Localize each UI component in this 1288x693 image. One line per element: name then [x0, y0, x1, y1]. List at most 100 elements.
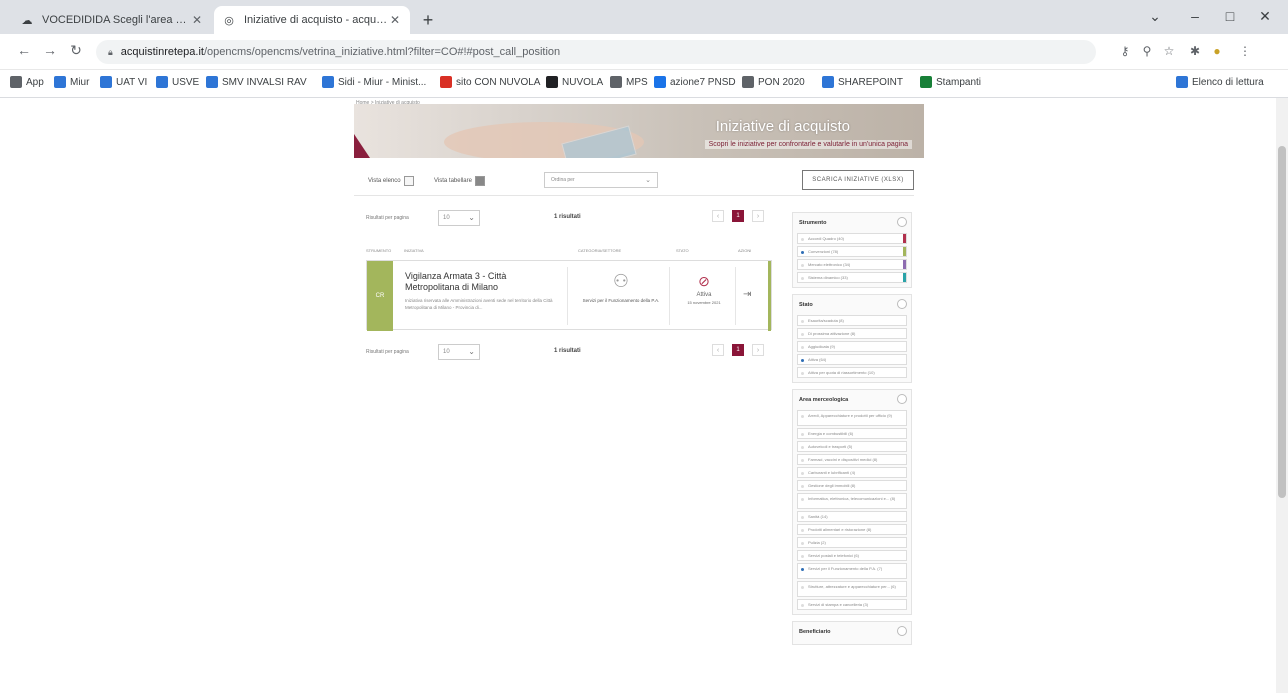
next-page-button[interactable]: › — [752, 210, 764, 222]
filter-option[interactable]: Strutture, attrezzature e apparecchiatur… — [797, 581, 907, 597]
bookmark-item[interactable]: SMV INVALSI RAV — [206, 76, 307, 88]
current-page[interactable]: 1 — [732, 344, 744, 356]
key-icon[interactable]: ⚷ — [1116, 44, 1134, 58]
filter-option[interactable]: Di prossima attivazione (8) — [797, 328, 907, 339]
browser-tab-iniziative[interactable]: ◎ Iniziative di acquisto - acquisti ✕ — [214, 6, 410, 34]
bookmark-item[interactable]: sito CON NUVOLA — [440, 76, 540, 88]
collapse-circle-icon[interactable] — [897, 394, 907, 404]
status-label: Attiva — [696, 292, 712, 298]
filter-option[interactable]: Convenzioni (78) — [797, 246, 907, 257]
zoom-icon[interactable]: ⚲ — [1138, 44, 1156, 58]
filter-option[interactable]: Sistema dinamico (33) — [797, 272, 907, 283]
header-strumento[interactable]: STRUMENTO — [366, 248, 391, 253]
bookmark-item[interactable]: Sidi - Miur - Minist... — [322, 76, 426, 88]
filter-option[interactable]: Attiva per quota di riassortimento (10) — [797, 367, 907, 378]
reading-list[interactable]: Elenco di lettura — [1176, 76, 1264, 88]
prev-page-button[interactable]: ‹ — [712, 210, 724, 222]
bookmark-item[interactable]: USVE — [156, 76, 199, 88]
bookmark-item[interactable]: azione7 PNSD — [654, 76, 736, 88]
filter-option[interactable]: Esaurita/scaduta (8) — [797, 315, 907, 326]
initiative-description: Iniziativa riservata alle Amministrazion… — [405, 298, 553, 310]
color-indicator — [903, 273, 906, 282]
filter-group-title[interactable]: Strumento — [797, 217, 907, 231]
maximize-button[interactable]: □ — [1215, 8, 1245, 24]
scrollbar-thumb[interactable] — [1278, 146, 1286, 498]
sort-select[interactable]: Ordina per ⌄ — [544, 172, 658, 188]
filter-option[interactable]: Arredi, Apparecchiature e prodotti per u… — [797, 410, 907, 426]
chevron-down-icon: ⌄ — [468, 347, 475, 356]
filter-option[interactable]: Informatica, elettronica, telecomunicazi… — [797, 493, 907, 509]
forward-icon[interactable]: → — [40, 42, 60, 58]
open-arrow-icon[interactable]: ⇥ — [743, 289, 751, 300]
filter-option-label: Farmaci, vaccini e dispositivi medici (8… — [808, 457, 878, 462]
header-categoria[interactable]: CATEGORIA/SETTORE — [578, 248, 621, 253]
filter-group-title[interactable]: Area merceologica — [797, 394, 907, 408]
filter-option[interactable]: Accordi Quadro (40) — [797, 233, 907, 244]
filter-option[interactable]: Attiva (64) — [797, 354, 907, 365]
tab-search-icon[interactable]: ⌄ — [1140, 8, 1170, 25]
color-indicator — [903, 247, 906, 256]
prev-page-button[interactable]: ‹ — [712, 344, 724, 356]
filter-option-label: Attiva (64) — [808, 357, 827, 362]
bookmark-item[interactable]: NUVOLA — [546, 76, 603, 88]
filter-option[interactable]: Carburanti e lubrificanti (4) — [797, 467, 907, 478]
filter-option[interactable]: Sanità (14) — [797, 511, 907, 522]
window-close-button[interactable]: ✕ — [1250, 8, 1280, 25]
filter-title-text: Strumento — [799, 220, 827, 226]
filter-group-title[interactable]: Stato — [797, 299, 907, 313]
collapse-circle-icon[interactable] — [897, 299, 907, 309]
instrument-badge: CR — [367, 261, 393, 331]
filter-option[interactable]: Mercato elettronico (34) — [797, 259, 907, 270]
view-grid-toggle[interactable]: Vista tabellare — [434, 176, 485, 186]
radio-icon — [801, 346, 804, 349]
filter-option[interactable]: Aggiudicata (9) — [797, 341, 907, 352]
next-page-button[interactable]: › — [752, 344, 764, 356]
menu-icon[interactable]: ⋮ — [1236, 44, 1254, 58]
initiative-title[interactable]: Vigilanza Armata 3 - Città Metropolitana… — [405, 271, 545, 293]
current-page[interactable]: 1 — [732, 210, 744, 222]
filter-group-title[interactable]: Beneficiario — [797, 626, 907, 640]
filter-option[interactable]: Servizi di stampa e cancelleria (3) — [797, 599, 907, 610]
header-stato[interactable]: STATO — [676, 248, 689, 253]
filter-option[interactable]: Autoveicoli e trasporti (5) — [797, 441, 907, 452]
page-scrollbar[interactable] — [1276, 98, 1288, 693]
collapse-circle-icon[interactable] — [897, 217, 907, 227]
bookmark-item[interactable]: MPS — [610, 76, 648, 88]
bookmark-item[interactable]: PON 2020 — [742, 76, 805, 88]
view-list-toggle[interactable]: Vista elenco — [368, 176, 414, 186]
cloud-icon: ☁ — [21, 14, 33, 27]
per-page-select[interactable]: 10 ⌄ — [438, 344, 480, 360]
bookmark-item[interactable]: UAT VI — [100, 76, 147, 88]
bookmark-item[interactable]: Stampanti — [920, 76, 981, 88]
reload-icon[interactable]: ↻ — [66, 42, 86, 59]
per-page-select[interactable]: 10 ⌄ — [438, 210, 480, 226]
filter-option[interactable]: Pulizia (2) — [797, 537, 907, 548]
filter-option-label: Sanità (14) — [808, 514, 828, 519]
star-icon[interactable]: ☆ — [1160, 44, 1178, 58]
radio-icon — [801, 586, 804, 589]
download-xlsx-button[interactable]: SCARICA INIZIATIVE (XLSX) — [802, 170, 914, 190]
filter-option-label: Sistema dinamico (33) — [808, 275, 848, 280]
header-iniziativa[interactable]: INIZIATIVA — [404, 248, 424, 253]
new-tab-button[interactable]: + — [418, 10, 438, 31]
filter-option[interactable]: Prodotti alimentari e ristorazione (8) — [797, 524, 907, 535]
filter-option[interactable]: Servizi per il Funzionamento della P.A. … — [797, 563, 907, 579]
filters-sidebar: Strumento Accordi Quadro (40) Convenzioni … — [792, 212, 912, 651]
close-icon[interactable]: ✕ — [190, 13, 204, 27]
url-field[interactable]: 🔒︎ acquistinretepa.it /opencms/opencms/v… — [96, 40, 1096, 64]
filter-option[interactable]: Farmaci, vaccini e dispositivi medici (8… — [797, 454, 907, 465]
minimize-button[interactable]: – — [1180, 8, 1210, 24]
profile-avatar[interactable]: ● — [1208, 44, 1226, 58]
extensions-icon[interactable]: ✱ — [1186, 44, 1204, 58]
filter-option[interactable]: Energia e combustibili (6) — [797, 428, 907, 439]
close-icon[interactable]: ✕ — [388, 13, 402, 27]
bookmark-item[interactable]: SHAREPOINT — [822, 76, 903, 88]
bookmark-apps[interactable]: App — [10, 76, 44, 88]
filter-option[interactable]: Gestione degli immobili (8) — [797, 480, 907, 491]
back-icon[interactable]: ← — [14, 42, 34, 58]
filter-option[interactable]: Servizi postali e telefonici (6) — [797, 550, 907, 561]
browser-tab-voce[interactable]: ☁ VOCEDIDIDA Scegli l'area di lavo ✕ — [12, 6, 212, 34]
bookmark-item[interactable]: Miur — [54, 76, 89, 88]
collapse-circle-icon[interactable] — [897, 626, 907, 636]
initiative-card[interactable]: CR Vigilanza Armata 3 - Città Metropolit… — [366, 260, 772, 331]
